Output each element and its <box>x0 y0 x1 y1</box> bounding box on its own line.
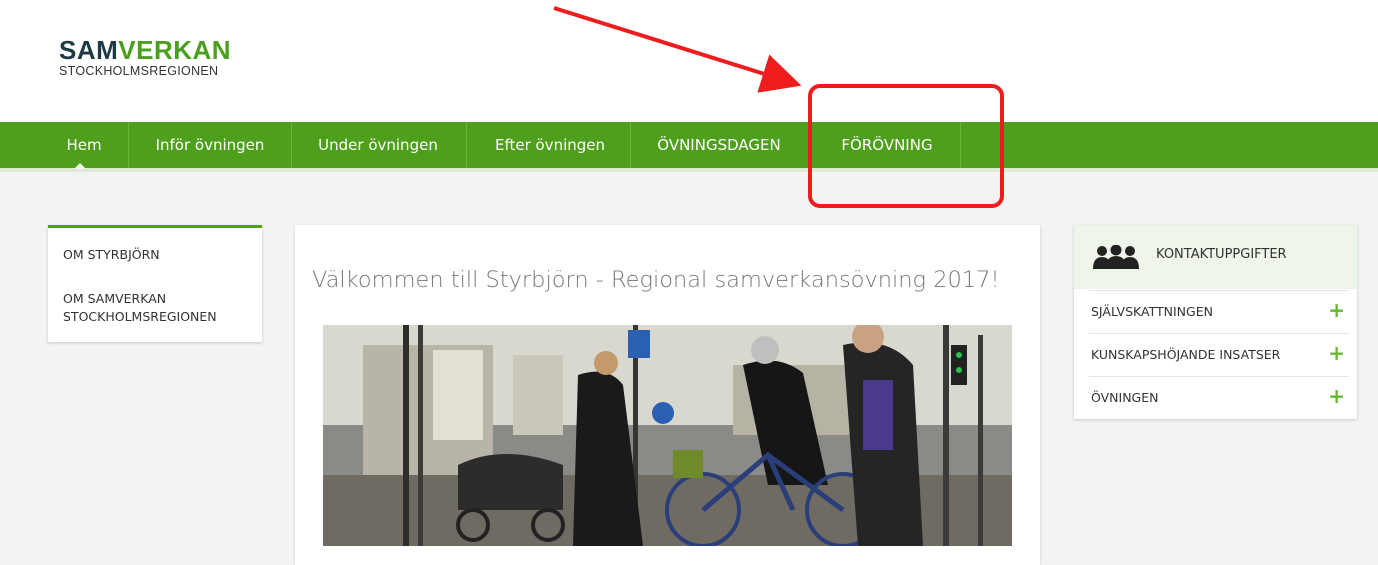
nav-divider <box>128 122 129 168</box>
plus-icon[interactable]: + <box>1328 384 1345 408</box>
nav-item-hem[interactable]: Hem <box>56 122 112 168</box>
nav-item-infor-ovningen[interactable]: Inför övningen <box>144 122 276 168</box>
nav-item-ovningsdagen[interactable]: ÖVNINGSDAGEN <box>642 122 796 168</box>
accordion-item-sjalvskattningen[interactable]: SJÄLVSKATTNINGEN + <box>1089 290 1349 333</box>
main-navigation: Hem Inför övningen Under övningen Efter … <box>0 122 1378 172</box>
logo-wordmark: SAMVERKAN <box>59 37 231 63</box>
plus-icon[interactable]: + <box>1328 341 1345 365</box>
sidebar-link-om-styrbjorn[interactable]: OM STYRBJÖRN <box>63 246 160 264</box>
sidebar-link-om-samverkan[interactable]: OM SAMVERKAN STOCKHOLMSREGIONEN <box>63 290 253 326</box>
nav-item-under-ovningen[interactable]: Under övningen <box>303 122 453 168</box>
accordion-item-kunskapshojande-insatser[interactable]: KUNSKAPSHÖJANDE INSATSER + <box>1089 333 1349 376</box>
left-sidebar: OM STYRBJÖRN OM SAMVERKAN STOCKHOLMSREGI… <box>48 225 262 342</box>
active-nav-caret <box>74 163 86 169</box>
nav-item-efter-ovningen[interactable]: Efter övningen <box>480 122 620 168</box>
annotation-highlight-box <box>808 84 1004 208</box>
logo-subtitle: STOCKHOLMSREGIONEN <box>59 64 219 78</box>
right-sidebar: KONTAKTUPPGIFTER SJÄLVSKATTNINGEN + KUNS… <box>1074 225 1357 419</box>
nav-divider <box>291 122 292 168</box>
nav-divider <box>466 122 467 168</box>
nav-divider <box>630 122 631 168</box>
accordion-item-ovningen[interactable]: ÖVNINGEN + <box>1089 376 1349 419</box>
accordion-item-label: SJÄLVSKATTNINGEN <box>1091 304 1213 319</box>
accordion-item-label: ÖVNINGEN <box>1091 390 1159 405</box>
hero-photo <box>323 325 1012 546</box>
site-logo[interactable]: SAMVERKAN STOCKHOLMSREGIONEN <box>59 37 231 78</box>
people-icon <box>1093 245 1139 269</box>
contact-header[interactable]: KONTAKTUPPGIFTER <box>1074 225 1357 289</box>
logo-part-verkan: VERKAN <box>118 35 232 65</box>
main-content: Välkommen till Styrbjörn - Regional samv… <box>295 225 1040 565</box>
contact-header-label: KONTAKTUPPGIFTER <box>1156 247 1287 262</box>
page-title: Välkommen till Styrbjörn - Regional samv… <box>312 267 1000 293</box>
logo-part-sam: SAM <box>59 35 119 65</box>
site-header: SAMVERKAN STOCKHOLMSREGIONEN <box>0 0 1378 122</box>
plus-icon[interactable]: + <box>1328 298 1345 322</box>
accordion-item-label: KUNSKAPSHÖJANDE INSATSER <box>1091 347 1281 362</box>
